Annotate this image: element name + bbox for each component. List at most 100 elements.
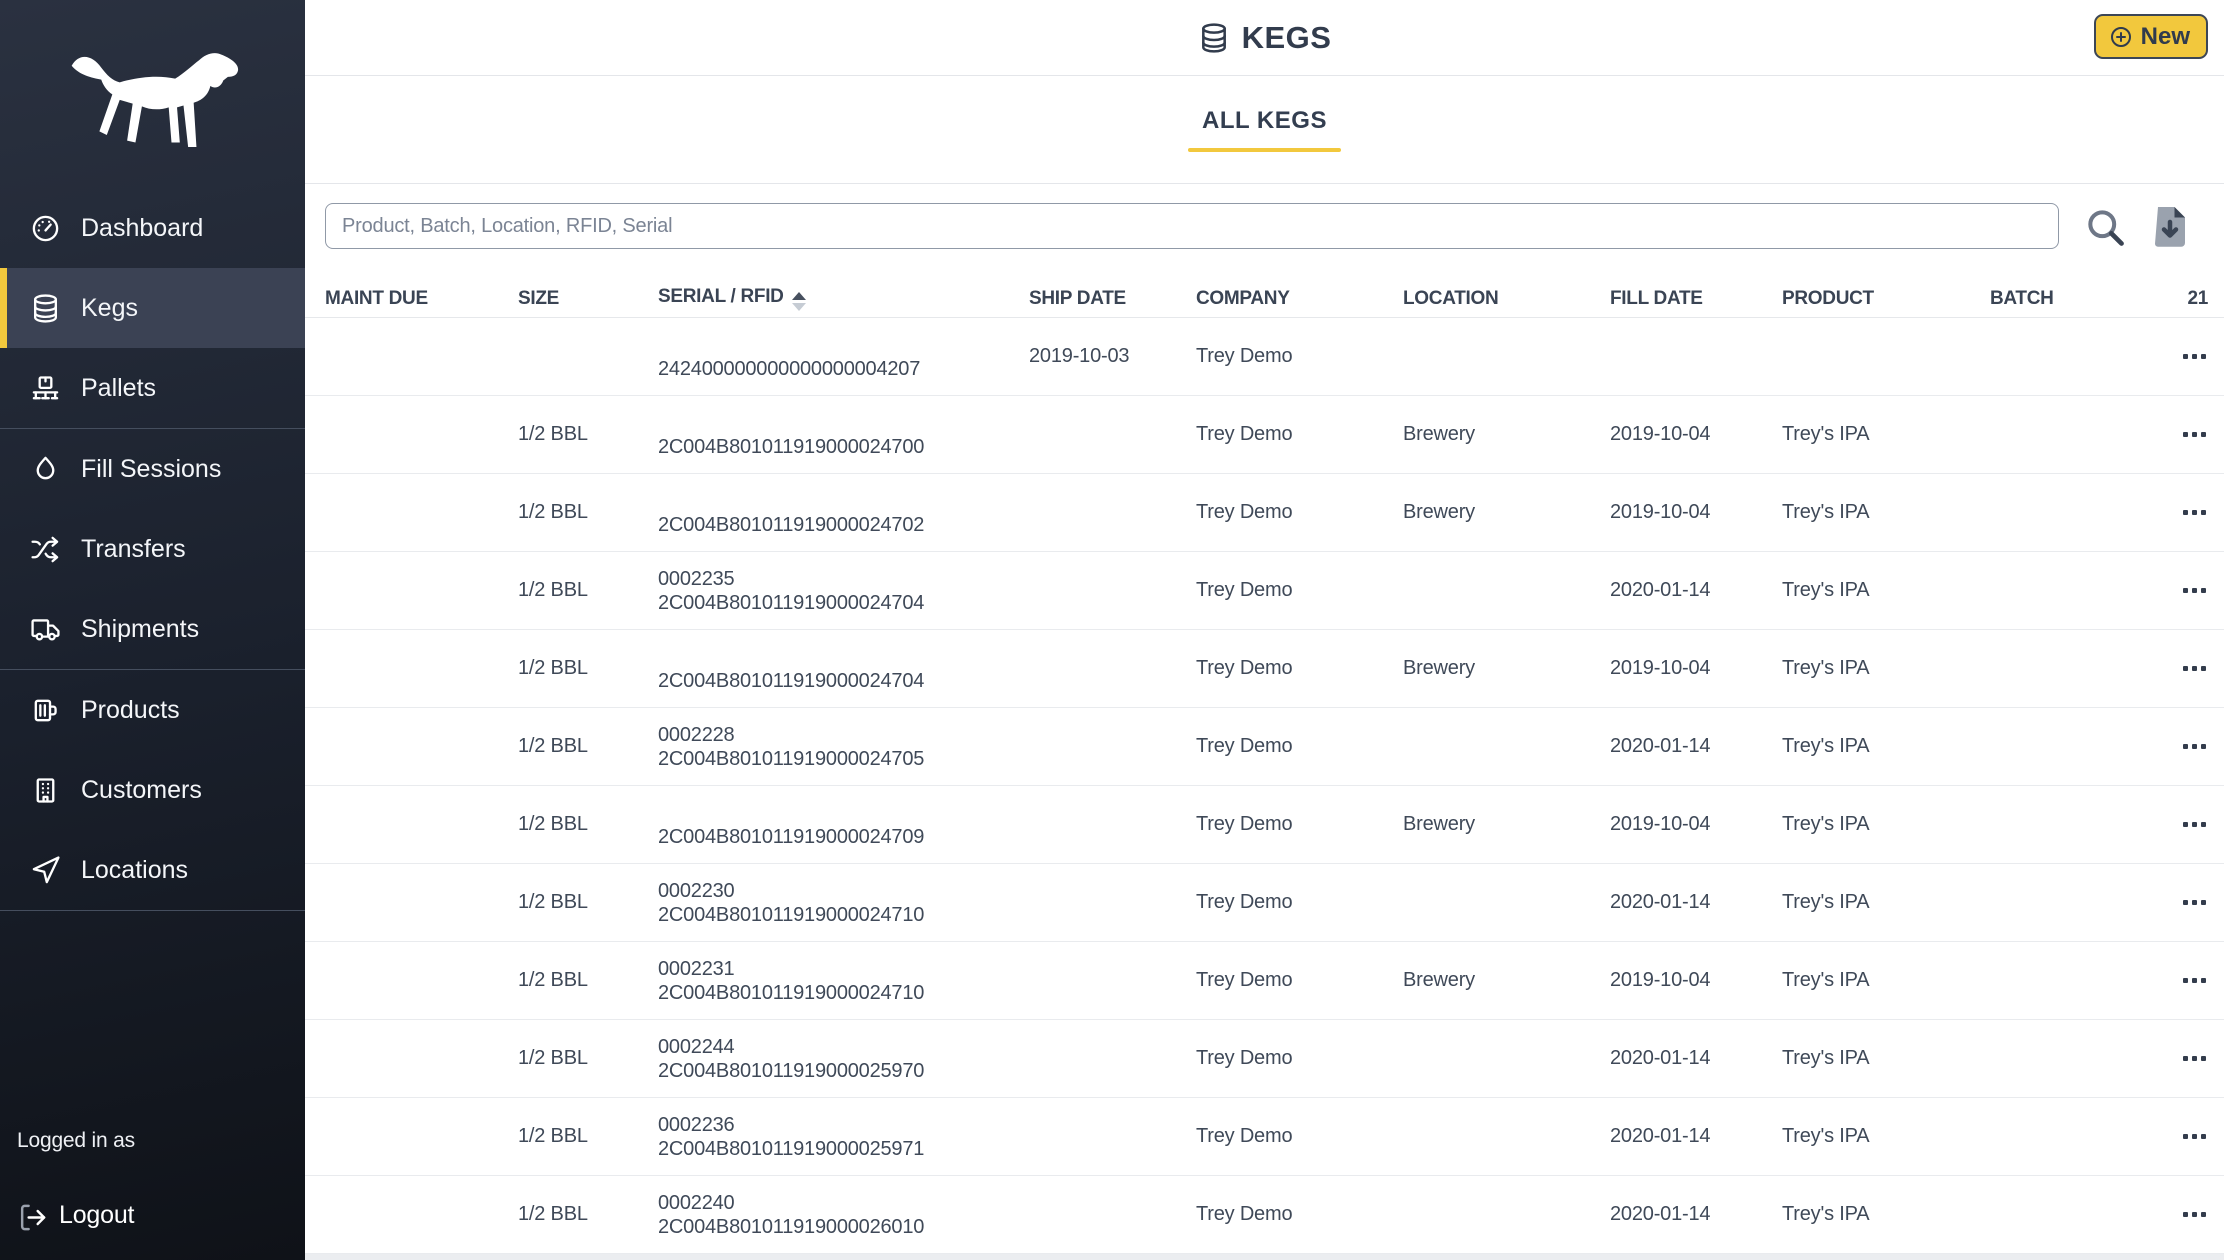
row-menu-icon[interactable] (2181, 348, 2208, 365)
sidebar-item-dashboard[interactable]: Dashboard (0, 188, 305, 268)
table-row[interactable]: 2424000000000000000042072019-10-03Trey D… (305, 318, 2224, 396)
serial-rfid-cell: 2C004B801011919000024709 (658, 801, 1029, 849)
table-row[interactable]: 1/2 BBL00022282C004B801011919000024705 Tr… (305, 708, 2224, 786)
serial-rfid-cell: 00022282C004B801011919000024705 (658, 723, 1029, 771)
serial-value (658, 333, 1029, 357)
serial-value: 0002231 (658, 957, 1029, 981)
sidebar-item-fill-sessions[interactable]: Fill Sessions (0, 429, 305, 509)
table-row[interactable]: 1/2 BBL00022442C004B801011919000025970Tr… (305, 1020, 2224, 1098)
droplet-icon (30, 454, 61, 485)
table-row[interactable]: 1/2 BBL2C004B801011919000024702Trey Demo… (305, 474, 2224, 552)
table-row[interactable]: 1/2 BBL2C004B801011919000024700Trey Demo… (305, 396, 2224, 474)
table-row[interactable]: 1/2 BBL2C004B801011919000024704Trey Demo… (305, 630, 2224, 708)
new-button[interactable]: New (2094, 14, 2208, 59)
row-menu-icon[interactable] (2181, 1050, 2208, 1067)
rfid-value: 242400000000000000004207 (658, 357, 1029, 381)
fill-date-cell: 2019-10-04 (1610, 423, 1782, 446)
column-header-product: PRODUCT (1782, 288, 1990, 310)
logout-button[interactable]: Logout (17, 1201, 289, 1230)
tab-all-kegs[interactable]: ALL KEGS (1188, 107, 1341, 152)
serial-value: 0002240 (658, 1191, 1029, 1215)
row-menu-icon[interactable] (2181, 894, 2208, 911)
row-menu-icon[interactable] (2181, 582, 2208, 599)
sidebar: DashboardKegsPallets Fill Sessions Transfe… (0, 0, 305, 1260)
fill-date-cell: 2020-01-14 (1610, 579, 1782, 602)
sidebar-item-locations[interactable]: Locations (0, 830, 305, 910)
company-cell: Trey Demo (1196, 345, 1403, 368)
page-header: KEGS New (305, 0, 2224, 76)
row-menu-icon[interactable] (2181, 426, 2208, 443)
product-cell: Trey's IPA (1782, 735, 1990, 758)
size-cell: 1/2 BBL (518, 1047, 658, 1070)
column-header-fill-date: FILL DATE (1610, 288, 1782, 310)
table-row[interactable]: 1/2 BBL00022402C004B801011919000026010Tr… (305, 1176, 2224, 1254)
row-menu-icon[interactable] (2181, 738, 2208, 755)
table-row[interactable]: 1/2 BBL00022302C004B801011919000024710Tr… (305, 864, 2224, 942)
truck-icon (30, 614, 61, 645)
company-cell: Trey Demo (1196, 423, 1403, 446)
fill-date-cell: 2019-10-04 (1610, 969, 1782, 992)
row-menu-icon[interactable] (2181, 504, 2208, 521)
sidebar-item-customers[interactable]: Customers (0, 750, 305, 830)
row-menu-icon[interactable] (2181, 816, 2208, 833)
search-icon[interactable] (2083, 205, 2127, 249)
table-row[interactable]: 1/2 BBL00022312C004B801011919000024710Tr… (305, 942, 2224, 1020)
row-actions-cell (2140, 894, 2224, 911)
table-row[interactable]: 1/2 BBL2C004B801011919000024709Trey Demo… (305, 786, 2224, 864)
row-actions-cell (2140, 738, 2224, 755)
sidebar-item-kegs[interactable]: Kegs (0, 268, 305, 348)
product-cell: Trey's IPA (1782, 579, 1990, 602)
rfid-value: 2C004B801011919000024704 (658, 669, 1029, 693)
row-menu-icon[interactable] (2181, 1206, 2208, 1223)
new-button-label: New (2141, 23, 2190, 51)
sidebar-item-pallets[interactable]: Pallets (0, 348, 305, 428)
sidebar-item-label: Shipments (81, 615, 199, 644)
sidebar-item-transfers[interactable]: Transfers (0, 509, 305, 589)
sidebar-item-label: Customers (81, 776, 202, 805)
sort-icon (792, 292, 806, 311)
file-download-icon[interactable] (2152, 204, 2188, 249)
company-cell: Trey Demo (1196, 501, 1403, 524)
gauge-icon (30, 213, 61, 244)
sidebar-item-label: Transfers (81, 535, 186, 564)
table-header: MAINT DUE SIZE SERIAL / RFID SHIP DATE C… (305, 280, 2224, 318)
serial-value: 0002244 (658, 1035, 1029, 1059)
column-header-ship-date: SHIP DATE (1029, 288, 1196, 310)
navigation-icon (30, 855, 61, 886)
keg-icon (30, 293, 61, 324)
search-input[interactable] (325, 203, 2059, 249)
row-menu-icon[interactable] (2181, 972, 2208, 989)
dog-logo (60, 38, 246, 160)
location-cell: Brewery (1403, 969, 1610, 992)
serial-rfid-cell: 00022402C004B801011919000026010 (658, 1191, 1029, 1239)
row-menu-icon[interactable] (2181, 660, 2208, 677)
row-actions-cell (2140, 504, 2224, 521)
row-menu-icon[interactable] (2181, 1128, 2208, 1145)
sidebar-item-label: Locations (81, 856, 188, 885)
rfid-value: 2C004B801011919000024704 (658, 591, 1029, 615)
column-header-serial-rfid[interactable]: SERIAL / RFID (658, 286, 1029, 311)
serial-value: 0002236 (658, 1113, 1029, 1137)
product-cell: Trey's IPA (1782, 501, 1990, 524)
rfid-value: 2C004B801011919000024700 (658, 435, 1029, 459)
location-cell: Brewery (1403, 657, 1610, 680)
table-row[interactable]: 1/2 BBL00022362C004B801011919000025971Tr… (305, 1098, 2224, 1176)
sidebar-item-label: Products (81, 696, 180, 725)
sidebar-item-shipments[interactable]: Shipments (0, 589, 305, 669)
column-header-maint-due: MAINT DUE (325, 288, 518, 310)
row-actions-cell (2140, 348, 2224, 365)
rfid-value: 2C004B801011919000026010 (658, 1215, 1029, 1239)
sidebar-item-products[interactable]: Products (0, 670, 305, 750)
sidebar-item-label: Fill Sessions (81, 455, 221, 484)
company-cell: Trey Demo (1196, 579, 1403, 602)
location-cell: Brewery (1403, 813, 1610, 836)
company-cell: Trey Demo (1196, 735, 1403, 758)
column-header-batch: BATCH (1990, 288, 2140, 310)
fill-date-cell: 2019-10-04 (1610, 657, 1782, 680)
row-count: 21 (2140, 288, 2224, 310)
serial-rfid-cell: 00022302C004B801011919000024710 (658, 879, 1029, 927)
fill-date-cell: 2019-10-04 (1610, 813, 1782, 836)
size-cell: 1/2 BBL (518, 735, 658, 758)
table-row[interactable]: 1/2 BBL00022352C004B801011919000024704Tr… (305, 552, 2224, 630)
sidebar-bottom: Logged in as Logout (17, 1129, 289, 1230)
